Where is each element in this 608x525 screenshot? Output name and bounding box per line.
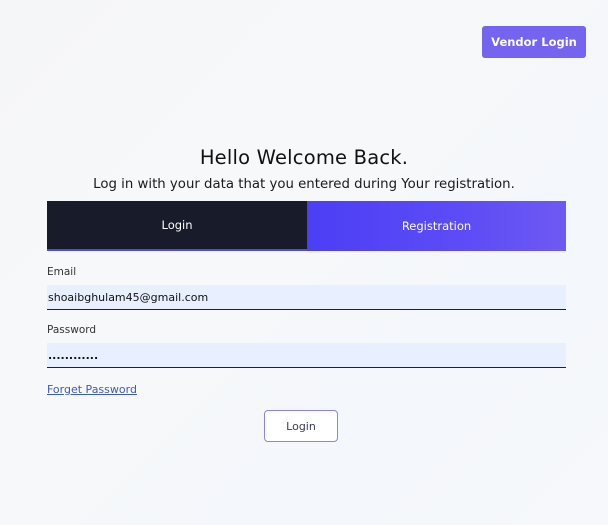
page-title: Hello Welcome Back. <box>199 146 409 169</box>
password-label: Password <box>47 324 97 336</box>
tab-login[interactable]: Login <box>47 201 307 251</box>
password-field[interactable] <box>47 343 566 368</box>
auth-tabs: Login Registration <box>47 201 566 251</box>
tab-login-label: Login <box>161 218 193 232</box>
tab-registration-label: Registration <box>401 219 472 233</box>
page-subtitle: Log in with your data that you entered d… <box>93 177 515 192</box>
email-label: Email <box>47 266 77 278</box>
tab-registration[interactable]: Registration <box>307 201 566 251</box>
forget-password-link[interactable]: Forget Password <box>47 383 137 396</box>
login-button[interactable]: Login <box>264 410 338 442</box>
vendor-login-button[interactable]: Vendor Login <box>482 26 586 58</box>
email-field[interactable] <box>47 285 566 310</box>
